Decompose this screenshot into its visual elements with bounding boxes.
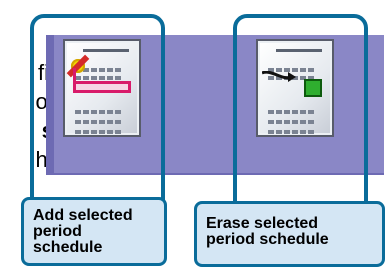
erase-selected-period-schedule-label: Erase selected period schedule: [194, 201, 385, 267]
add-button-frame[interactable]: [30, 14, 165, 217]
erase-button-frame[interactable]: [233, 14, 368, 217]
add-selected-period-schedule-label: Add selected period schedule: [21, 197, 167, 266]
